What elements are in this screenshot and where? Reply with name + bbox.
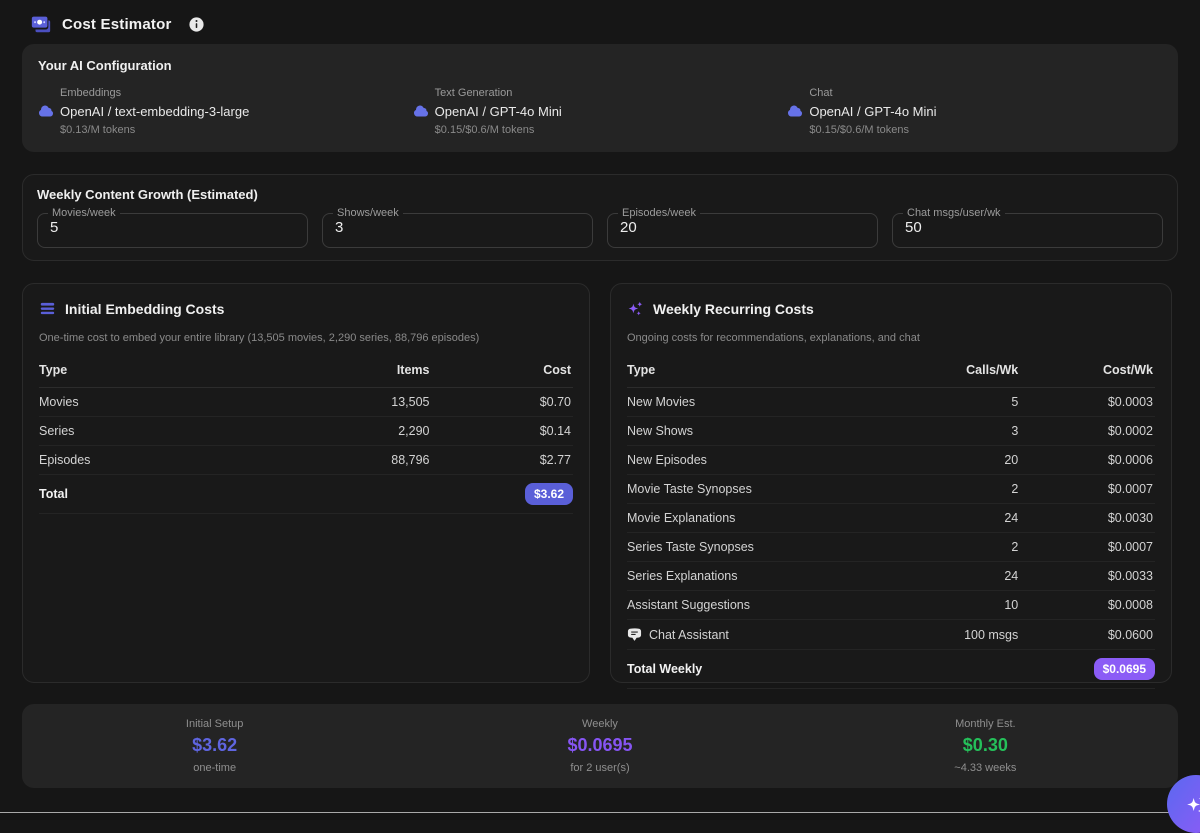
total-label: Total Weekly [627,650,891,689]
recurring-costs-description: Ongoing costs for recommendations, expla… [627,332,1155,344]
embedding-total-badge: $3.62 [525,483,573,505]
col-items: Items [295,353,439,388]
total-row: Total $3.62 [39,475,573,514]
cloud-icon [787,103,803,119]
provider-price: $0.15/$0.6/M tokens [435,124,788,136]
weekly-growth-title: Weekly Content Growth (Estimated) [37,187,1163,202]
ai-configuration-title: Your AI Configuration [38,58,1162,73]
table-header-row: Type Items Cost [39,353,573,388]
cloud-icon [413,103,429,119]
page-title: Cost Estimator [62,16,172,33]
provider-model: OpenAI / text-embedding-3-large [60,104,249,119]
total-label: Total [39,475,295,514]
chat-bubble-icon [627,627,642,642]
recurring-total-badge: $0.0695 [1094,658,1155,680]
episodes-per-week-label: Episodes/week [618,207,700,219]
table-row: Movie Taste Synopses2$0.0007 [627,475,1155,504]
provider-category: Text Generation [435,87,788,99]
table-row: Chat Assistant 100 msgs $0.0600 [627,620,1155,650]
provider-price: $0.15/$0.6/M tokens [809,124,1162,136]
growth-inputs: Movies/week Shows/week Episodes/week Cha… [37,207,1163,248]
weekly-recurring-costs-card: Weekly Recurring Costs Ongoing costs for… [610,283,1172,683]
chat-msgs-label: Chat msgs/user/wk [903,207,1005,219]
provider-chat: Chat OpenAI / GPT-4o Mini $0.15/$0.6/M t… [787,87,1162,136]
col-calls: Calls/Wk [891,353,1028,388]
episodes-per-week-field: Episodes/week [607,207,878,248]
provider-price: $0.13/M tokens [60,124,413,136]
table-row: New Episodes20$0.0006 [627,446,1155,475]
col-cost-wk: Cost/Wk [1028,353,1155,388]
cost-cards-row: Initial Embedding Costs One-time cost to… [22,283,1178,683]
sparkles-icon [627,300,644,317]
table-header-row: Type Calls/Wk Cost/Wk [627,353,1155,388]
table-row: New Movies5$0.0003 [627,388,1155,417]
movies-per-week-input[interactable] [50,219,295,241]
ai-configuration-panel: Your AI Configuration Embeddings OpenAI … [22,44,1178,152]
table-row: Series 2,290 $0.14 [39,417,573,446]
table-row: Series Explanations24$0.0033 [627,562,1155,591]
provider-model: OpenAI / GPT-4o Mini [809,104,936,119]
sparkles-icon [1185,793,1200,816]
col-type: Type [39,353,295,388]
banknotes-icon [30,13,52,35]
embedding-costs-table: Type Items Cost Movies 13,505 $0.70 Seri… [39,353,573,514]
movies-per-week-field: Movies/week [37,207,308,248]
table-row: Series Taste Synopses2$0.0007 [627,533,1155,562]
col-cost: Cost [439,353,573,388]
info-icon[interactable] [188,16,205,33]
summary-monthly: Monthly Est. $0.30 ~4.33 weeks [793,718,1178,774]
ai-provider-grid: Embeddings OpenAI / text-embedding-3-lar… [38,87,1162,136]
summary-value-2: $0.30 [793,735,1178,756]
shows-per-week-field: Shows/week [322,207,593,248]
summary-value-1: $0.0695 [407,735,792,756]
col-type: Type [627,353,891,388]
embedding-costs-description: One-time cost to embed your entire libra… [39,332,573,344]
embedding-costs-title: Initial Embedding Costs [65,301,224,317]
chat-msgs-input[interactable] [905,219,1150,241]
provider-embeddings: Embeddings OpenAI / text-embedding-3-lar… [38,87,413,136]
table-row: Movies 13,505 $0.70 [39,388,573,417]
movies-per-week-label: Movies/week [48,207,120,219]
table-row: New Shows3$0.0002 [627,417,1155,446]
table-row: Movie Explanations24$0.0030 [627,504,1155,533]
table-row: Assistant Suggestions10$0.0008 [627,591,1155,620]
shows-per-week-label: Shows/week [333,207,403,219]
shows-per-week-input[interactable] [335,219,580,241]
summary-bar: Initial Setup $3.62 one-time Weekly $0.0… [22,704,1178,788]
cloud-icon [38,103,54,119]
initial-embedding-costs-card: Initial Embedding Costs One-time cost to… [22,283,590,683]
below-divider-area [0,813,1200,820]
page-header: Cost Estimator [22,0,1178,44]
cost-estimator-page: Cost Estimator Your AI Configuration Emb… [0,0,1200,788]
queue-list-icon [39,300,56,317]
total-row: Total Weekly $0.0695 [627,650,1155,689]
summary-value-0: $3.62 [22,735,407,756]
table-row: Episodes 88,796 $2.77 [39,446,573,475]
provider-category: Chat [809,87,1162,99]
weekly-growth-card: Weekly Content Growth (Estimated) Movies… [22,174,1178,261]
chat-msgs-field: Chat msgs/user/wk [892,207,1163,248]
provider-text-generation: Text Generation OpenAI / GPT-4o Mini $0.… [413,87,788,136]
provider-category: Embeddings [60,87,413,99]
recurring-costs-title: Weekly Recurring Costs [653,301,814,317]
summary-weekly: Weekly $0.0695 for 2 user(s) [407,718,792,774]
recurring-costs-table: Type Calls/Wk Cost/Wk New Movies5$0.0003… [627,353,1155,689]
episodes-per-week-input[interactable] [620,219,865,241]
summary-initial-setup: Initial Setup $3.62 one-time [22,718,407,774]
provider-model: OpenAI / GPT-4o Mini [435,104,562,119]
